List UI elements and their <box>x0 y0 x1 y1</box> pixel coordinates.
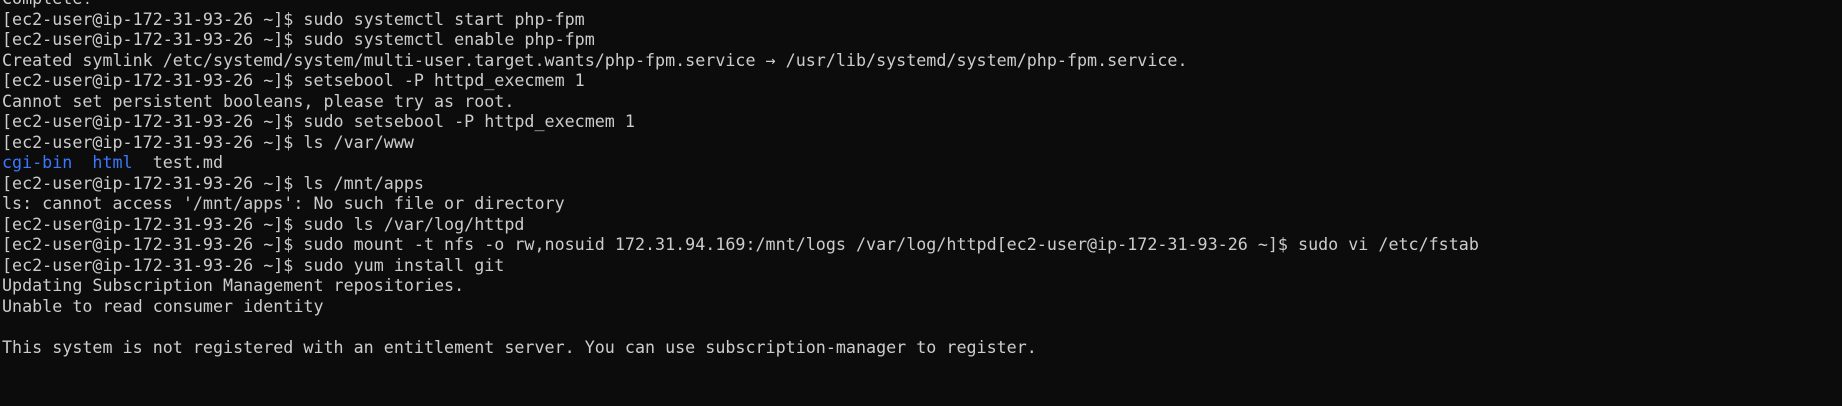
file-name: test.md <box>132 152 224 172</box>
terminal-line: Complete! <box>2 0 1842 9</box>
terminal-line: [ec2-user@ip-172-31-93-26 ~]$ sudo syste… <box>2 29 595 49</box>
terminal-line: Cannot set persistent booleans, please t… <box>2 90 515 111</box>
terminal-line: ls: cannot access '/mnt/apps': No such f… <box>2 193 565 213</box>
terminal-lines: Complete![ec2-user@ip-172-31-93-26 ~]$ s… <box>0 0 1842 357</box>
terminal-line: [ec2-user@ip-172-31-93-26 ~]$ ls /var/ww… <box>2 131 414 152</box>
directory-name: cgi-bin <box>2 152 73 172</box>
terminal-line: Updating Subscription Management reposit… <box>2 275 465 295</box>
terminal-line: [ec2-user@ip-172-31-93-26 ~]$ sudo setse… <box>2 111 635 131</box>
terminal-line: This system is not registered with an en… <box>2 336 1037 357</box>
terminal-line: cgi-bin html test.md <box>2 152 1842 173</box>
terminal-output[interactable]: Complete![ec2-user@ip-172-31-93-26 ~]$ s… <box>0 0 1842 406</box>
terminal-line: Unable to read consumer identity <box>2 295 324 316</box>
file-name <box>72 152 92 172</box>
terminal-line: [ec2-user@ip-172-31-93-26 ~]$ sudo syste… <box>2 8 585 29</box>
terminal-line: Created symlink /etc/systemd/system/mult… <box>2 49 1188 70</box>
terminal-line: [ec2-user@ip-172-31-93-26 ~]$ setsebool … <box>2 70 585 90</box>
directory-name: html <box>92 152 133 172</box>
terminal-line: [ec2-user@ip-172-31-93-26 ~]$ ls /mnt/ap… <box>2 172 424 193</box>
terminal-line: [ec2-user@ip-172-31-93-26 ~]$ sudo yum i… <box>2 254 505 275</box>
terminal-line: [ec2-user@ip-172-31-93-26 ~]$ sudo mount… <box>2 234 1479 254</box>
terminal-line: [ec2-user@ip-172-31-93-26 ~]$ sudo ls /v… <box>2 213 525 234</box>
